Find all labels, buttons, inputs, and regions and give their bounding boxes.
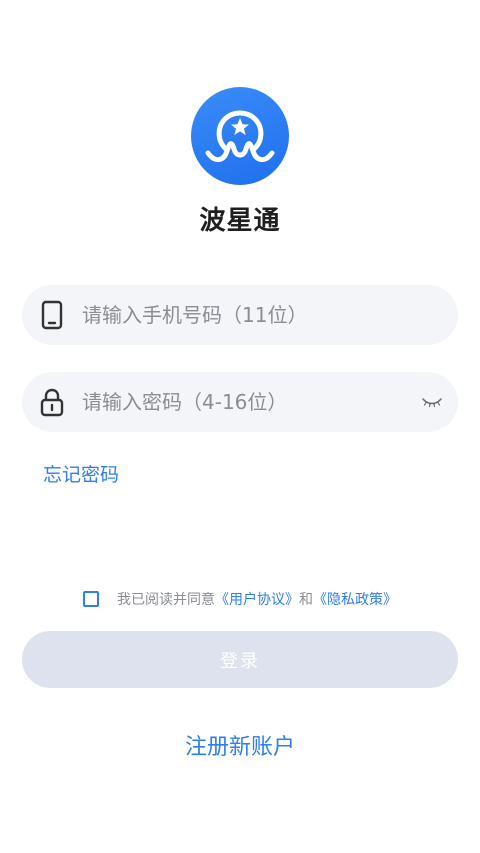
app-name: 波星通: [199, 206, 281, 236]
lock-icon: [40, 386, 64, 418]
register-link[interactable]: 注册新账户: [0, 729, 480, 761]
login-button[interactable]: 登录: [22, 631, 458, 688]
octopus-star-logo-icon: [205, 110, 275, 162]
app-logo: [191, 87, 289, 185]
phone-input[interactable]: [80, 302, 444, 328]
user-agreement-link[interactable]: 《用户协议》: [215, 589, 299, 609]
agreement-checkbox[interactable]: [83, 591, 99, 607]
password-field[interactable]: [22, 372, 458, 432]
forgot-password-link[interactable]: 忘记密码: [43, 460, 119, 487]
password-input[interactable]: [80, 389, 420, 415]
eye-closed-icon[interactable]: [420, 395, 444, 409]
phone-icon: [40, 299, 64, 331]
agreement-row: 我已阅读并同意 《用户协议》 和 《隐私政策》: [0, 589, 480, 609]
phone-field[interactable]: [22, 285, 458, 345]
agreement-prefix: 我已阅读并同意: [117, 592, 215, 608]
agreement-conjunction: 和: [299, 592, 313, 608]
privacy-policy-link[interactable]: 《隐私政策》: [313, 589, 397, 609]
